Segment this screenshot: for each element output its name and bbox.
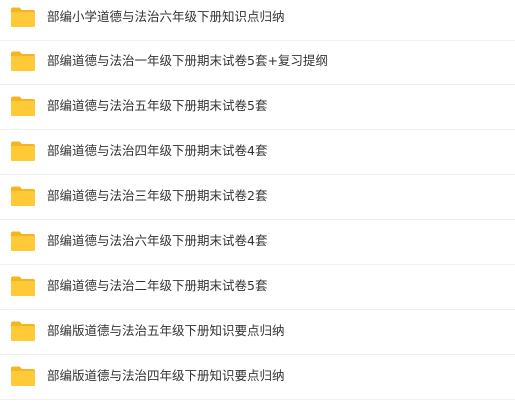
folder-row[interactable]: 部编道德与法治三年级下册期末试卷2套	[0, 175, 515, 220]
file-list: 部编小学道德与法治六年级下册知识点归纳 部编道德与法治一年级下册期末试卷5套+复…	[0, 0, 515, 407]
folder-icon	[10, 95, 36, 117]
folder-row[interactable]: 部编道德与法治四年级下册期末试卷4套	[0, 130, 515, 175]
folder-icon	[10, 365, 36, 387]
folder-name[interactable]: 部编道德与法治二年级下册期末试卷5套	[47, 277, 267, 295]
folder-icon	[10, 275, 36, 297]
folder-icon	[10, 140, 36, 162]
folder-row[interactable]: 部编小学道德与法治六年级下册知识点归纳	[0, 0, 515, 41]
folder-icon	[10, 50, 36, 72]
folder-row[interactable]: 部编道德与法治六年级下册期末试卷4套	[0, 220, 515, 265]
folder-row[interactable]: 部编版道德与法治五年级下册知识要点归纳	[0, 310, 515, 355]
folder-row[interactable]: 部编版道德与法治四年级下册知识要点归纳	[0, 355, 515, 400]
folder-name[interactable]: 部编版道德与法治四年级下册知识要点归纳	[47, 367, 285, 385]
folder-name[interactable]: 部编小学道德与法治六年级下册知识点归纳	[47, 8, 285, 26]
folder-icon	[10, 185, 36, 207]
folder-row[interactable]: 部编道德与法治五年级下册期末试卷5套	[0, 85, 515, 130]
folder-name[interactable]: 部编道德与法治三年级下册期末试卷2套	[47, 187, 267, 205]
folder-name[interactable]: 部编道德与法治一年级下册期末试卷5套+复习提纲	[47, 52, 328, 70]
folder-name[interactable]: 部编版道德与法治五年级下册知识要点归纳	[47, 322, 285, 340]
folder-name[interactable]: 部编道德与法治四年级下册期末试卷4套	[47, 142, 267, 160]
folder-name[interactable]: 部编道德与法治六年级下册期末试卷4套	[47, 232, 267, 250]
folder-icon	[10, 230, 36, 252]
folder-row[interactable]: 部编道德与法治二年级下册期末试卷5套	[0, 265, 515, 310]
folder-icon	[10, 6, 36, 28]
folder-icon	[10, 320, 36, 342]
folder-row[interactable]: 部编道德与法治一年级下册期末试卷5套+复习提纲	[0, 40, 515, 85]
folder-name[interactable]: 部编道德与法治五年级下册期末试卷5套	[47, 97, 267, 115]
